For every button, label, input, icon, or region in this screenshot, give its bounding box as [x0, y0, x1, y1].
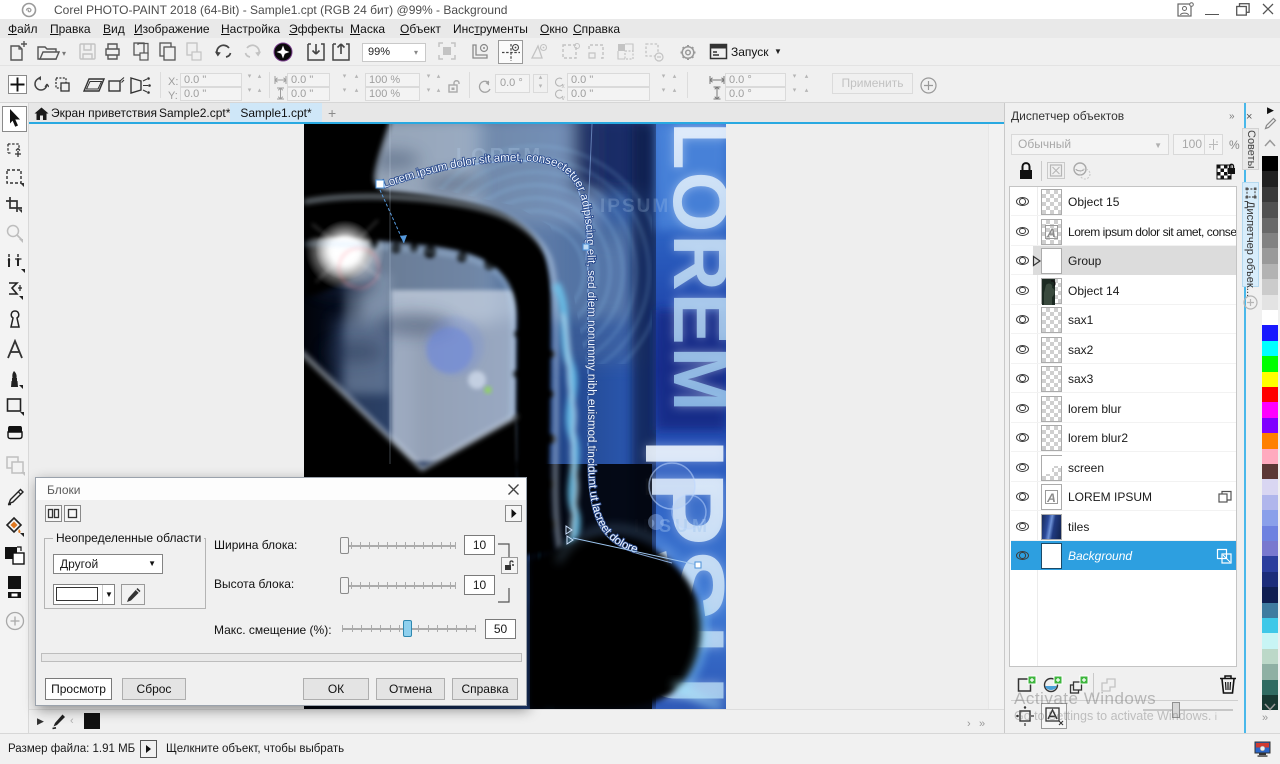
svg-text:LOREM: LOREM	[657, 124, 726, 414]
svg-text:IPSUM: IPSUM	[600, 196, 670, 217]
svg-text:y: y	[562, 95, 566, 100]
